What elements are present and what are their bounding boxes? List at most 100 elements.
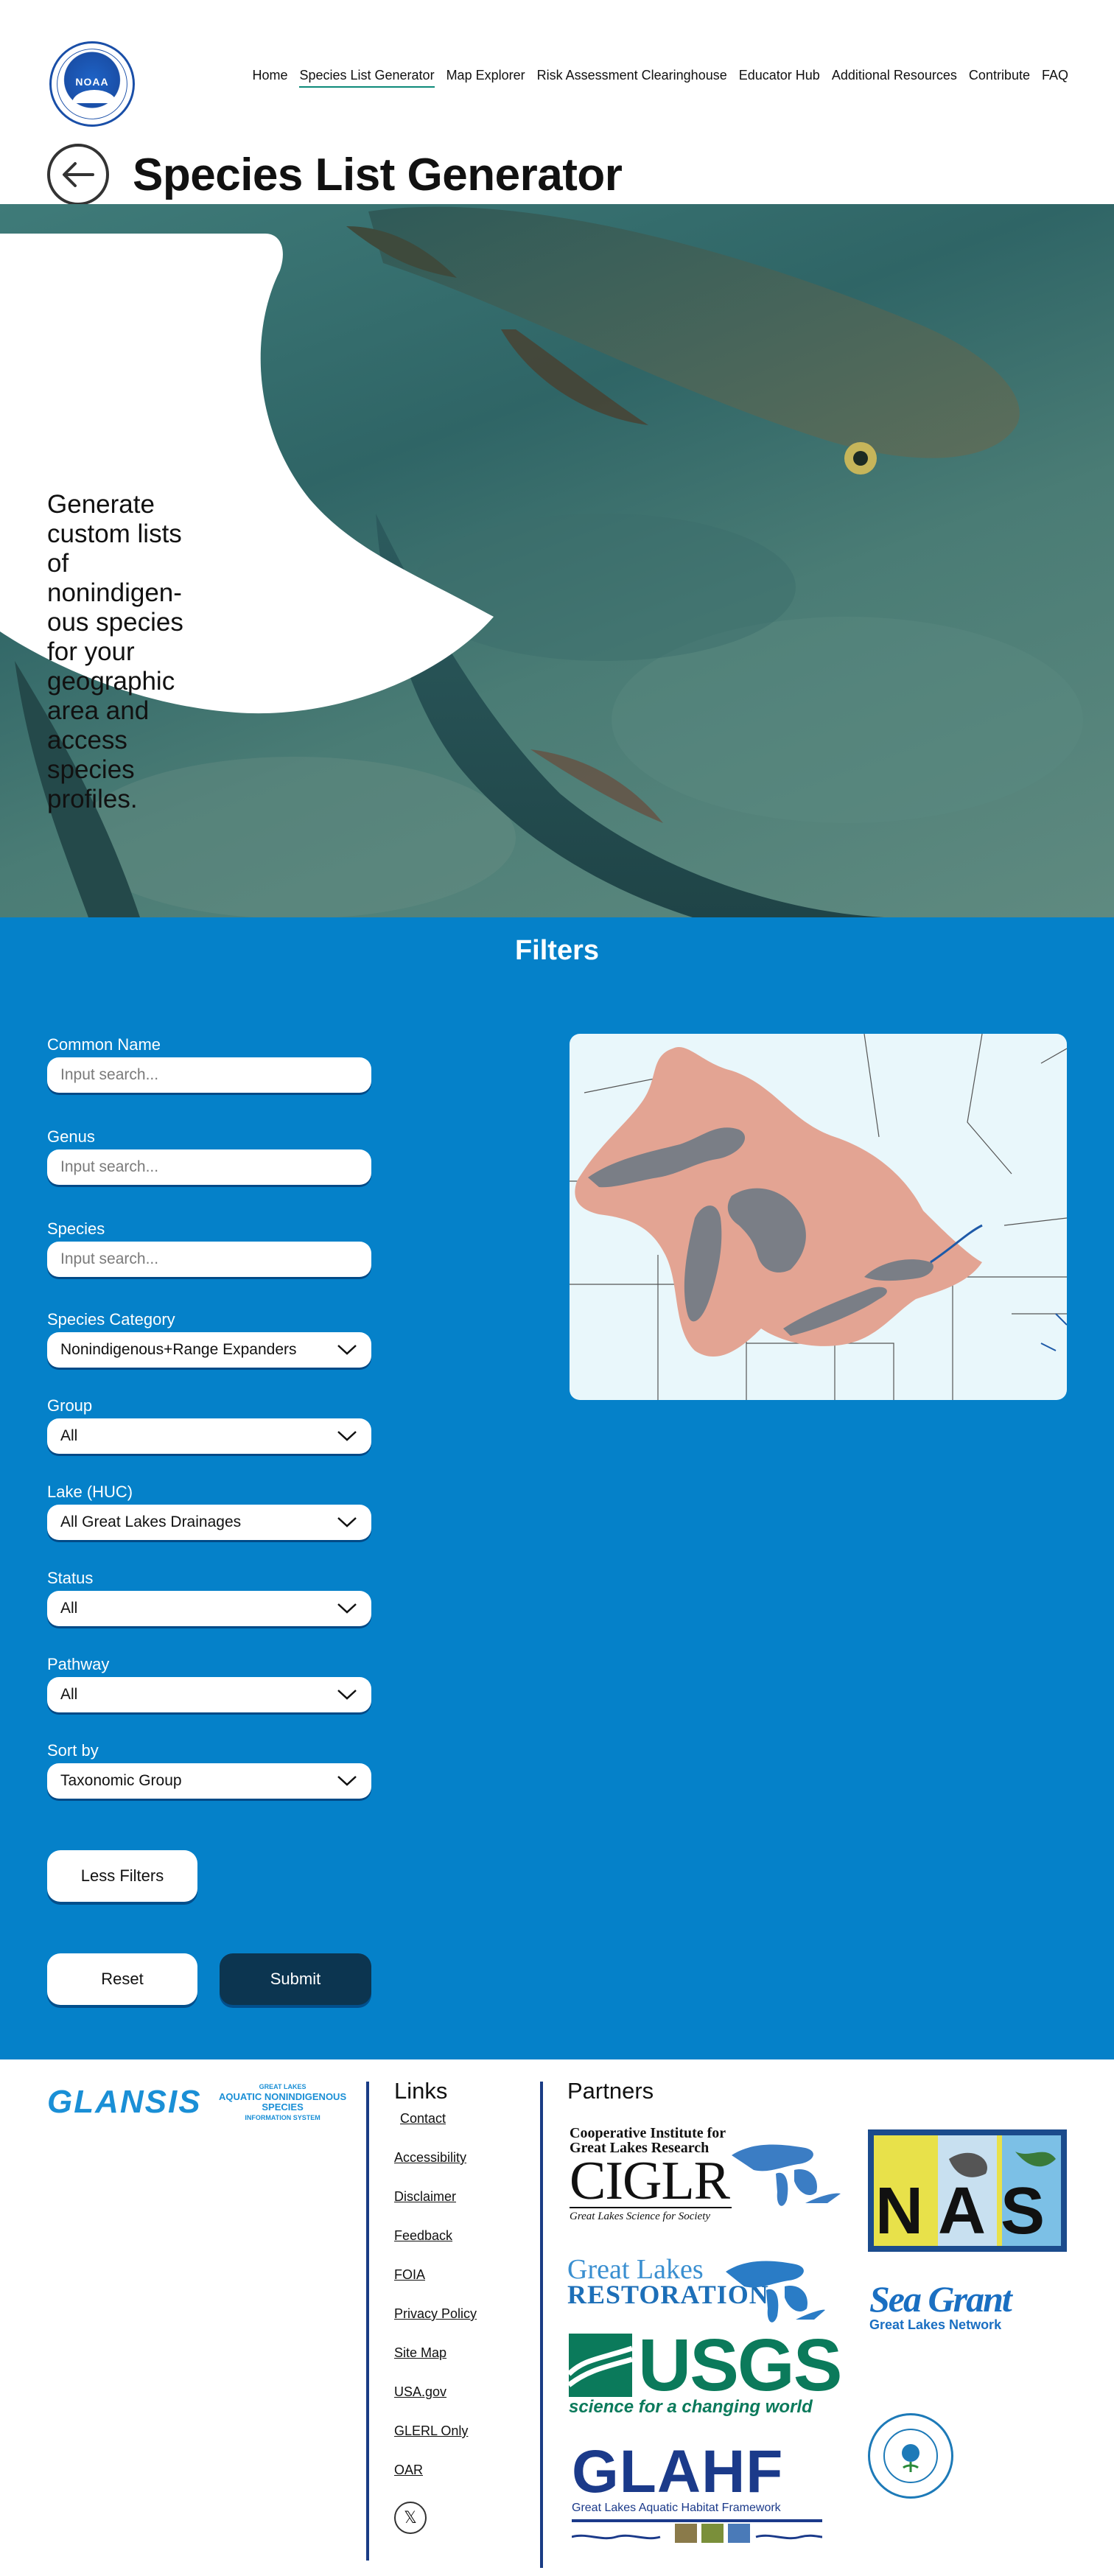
arrow-left-icon bbox=[63, 162, 94, 187]
chevron-down-icon bbox=[337, 1690, 357, 1700]
common-name-field: Common Name bbox=[47, 1035, 371, 1093]
group-label: Group bbox=[47, 1396, 93, 1415]
sea-grant-logo[interactable]: Sea Grant Great Lakes Network bbox=[869, 2278, 1012, 2333]
noaa-logo[interactable]: NOAA bbox=[49, 41, 135, 127]
links-title: Links bbox=[394, 2078, 448, 2104]
group-select[interactable]: All bbox=[47, 1418, 371, 1454]
usgs-logo[interactable]: USGS science for a changing world bbox=[569, 2324, 842, 2418]
link-contact[interactable]: Contact bbox=[400, 2111, 477, 2150]
less-filters-button[interactable]: Less Filters bbox=[47, 1850, 197, 1902]
epa-flower-icon bbox=[883, 2429, 938, 2483]
link-accessibility[interactable]: Accessibility bbox=[394, 2150, 477, 2189]
glansis-subtitle: GREAT LAKES AQUATIC NONINDIGENOUS SPECIE… bbox=[209, 2082, 357, 2123]
status-value: All bbox=[60, 1600, 78, 1617]
sort-by-label: Sort by bbox=[47, 1741, 99, 1760]
glansis-mid: AQUATIC NONINDIGENOUS SPECIES bbox=[219, 2091, 347, 2113]
glahf-tagline: Great Lakes Aquatic Habitat Framework bbox=[572, 2502, 781, 2514]
glansis-logo[interactable]: GLANSIS GREAT LAKES AQUATIC NONINDIGENOU… bbox=[47, 2082, 357, 2123]
common-name-label: Common Name bbox=[47, 1035, 161, 1054]
nav-risk-assessment-clearinghouse[interactable]: Risk Assessment Clearinghouse bbox=[537, 68, 727, 88]
footer-links: Contact Accessibility Disclaimer Feedbac… bbox=[394, 2111, 477, 2502]
hero-image: Generate custom lists of nonindigen-ous … bbox=[0, 204, 1114, 917]
genus-label: Genus bbox=[47, 1127, 95, 1146]
pathway-field: Pathway All bbox=[47, 1655, 371, 1712]
great-lakes-icon bbox=[732, 2144, 841, 2206]
glahf-wordmark: GLAHF bbox=[572, 2438, 784, 2505]
ciglr-logo[interactable]: Cooperative Institute for Great Lakes Re… bbox=[570, 2125, 841, 2223]
lake-select[interactable]: All Great Lakes Drainages bbox=[47, 1505, 371, 1540]
species-category-select[interactable]: Nonindigenous+Range Expanders bbox=[47, 1332, 371, 1368]
link-feedback[interactable]: Feedback bbox=[394, 2228, 477, 2267]
group-field: Group All bbox=[47, 1396, 371, 1454]
main-nav: Home Species List Generator Map Explorer… bbox=[252, 68, 1068, 88]
reset-button[interactable]: Reset bbox=[47, 1953, 197, 2005]
nav-map-explorer[interactable]: Map Explorer bbox=[446, 68, 525, 88]
great-lakes-restoration-logo[interactable]: Great Lakes RESTORATION bbox=[567, 2255, 825, 2323]
nas-logo[interactable]: NAS bbox=[868, 2129, 1067, 2252]
pathway-value: All bbox=[60, 1686, 78, 1703]
species-field: Species bbox=[47, 1219, 371, 1277]
usgs-tagline: science for a changing world bbox=[569, 2397, 813, 2417]
chevron-down-icon bbox=[337, 1603, 357, 1614]
link-oar[interactable]: OAR bbox=[394, 2463, 477, 2502]
nav-contribute[interactable]: Contribute bbox=[969, 68, 1030, 88]
sea-grant-wordmark: Sea Grant bbox=[869, 2278, 1012, 2320]
noaa-logo-text: NOAA bbox=[75, 76, 109, 88]
group-value: All bbox=[60, 1427, 78, 1444]
nav-educator-hub[interactable]: Educator Hub bbox=[739, 68, 820, 88]
sort-by-select[interactable]: Taxonomic Group bbox=[47, 1763, 371, 1799]
ciglr-top-line-1: Cooperative Institute for bbox=[570, 2125, 726, 2141]
link-glerl-only[interactable]: GLERL Only bbox=[394, 2423, 477, 2463]
filters-title: Filters bbox=[514, 935, 600, 966]
nav-species-list-generator[interactable]: Species List Generator bbox=[299, 68, 435, 88]
link-privacy-policy[interactable]: Privacy Policy bbox=[394, 2306, 477, 2345]
usgs-wordmark: USGS bbox=[638, 2324, 842, 2407]
chevron-down-icon bbox=[337, 1431, 357, 1441]
link-disclaimer[interactable]: Disclaimer bbox=[394, 2189, 477, 2228]
submit-button[interactable]: Submit bbox=[220, 1953, 371, 2005]
hero-tagline: Generate custom lists of nonindigen-ous … bbox=[47, 490, 183, 813]
epa-seal[interactable] bbox=[868, 2413, 953, 2499]
lake-label: Lake (HUC) bbox=[47, 1483, 133, 1501]
filters-section: Filters Common Name Genus Species Specie… bbox=[0, 917, 1114, 2059]
chevron-down-icon bbox=[337, 1345, 357, 1355]
common-name-input[interactable] bbox=[47, 1057, 371, 1093]
chevron-down-icon bbox=[337, 1517, 357, 1527]
glahf-logo[interactable]: GLAHF Great Lakes Aquatic Habitat Framew… bbox=[571, 2438, 823, 2548]
link-usa-gov[interactable]: USA.gov bbox=[394, 2384, 477, 2423]
genus-input[interactable] bbox=[47, 1149, 371, 1185]
sort-by-value: Taxonomic Group bbox=[60, 1772, 182, 1789]
ciglr-wordmark: CIGLR bbox=[570, 2151, 730, 2211]
nav-faq[interactable]: FAQ bbox=[1042, 68, 1068, 88]
status-label: Status bbox=[47, 1569, 94, 1587]
lake-value: All Great Lakes Drainages bbox=[60, 1513, 242, 1530]
site-header: NOAA Home Species List Generator Map Exp… bbox=[0, 0, 1114, 147]
usgs-wave-icon bbox=[569, 2334, 632, 2397]
glansis-bottom: INFORMATION SYSTEM bbox=[245, 2114, 320, 2121]
pathway-select[interactable]: All bbox=[47, 1677, 371, 1712]
species-category-field: Species Category Nonindigenous+Range Exp… bbox=[47, 1310, 371, 1368]
x-icon[interactable]: 𝕏 bbox=[394, 2502, 427, 2534]
great-lakes-map[interactable] bbox=[570, 1034, 1067, 1400]
glansis-wordmark: GLANSIS bbox=[47, 2084, 202, 2120]
nav-additional-resources[interactable]: Additional Resources bbox=[832, 68, 957, 88]
status-select[interactable]: All bbox=[47, 1591, 371, 1626]
sea-grant-subtitle: Great Lakes Network bbox=[869, 2317, 1002, 2332]
back-button[interactable] bbox=[47, 144, 109, 206]
nav-home[interactable]: Home bbox=[252, 68, 287, 88]
page-title: Species List Generator bbox=[133, 149, 623, 200]
footer-divider-2 bbox=[540, 2082, 543, 2568]
pathway-label: Pathway bbox=[47, 1655, 110, 1673]
site-footer: GLANSIS GREAT LAKES AQUATIC NONINDIGENOU… bbox=[0, 2059, 1114, 2576]
great-lakes-drainage-map bbox=[570, 1034, 1067, 1400]
glahf-bars-icon bbox=[571, 2519, 823, 2543]
glansis-top: GREAT LAKES bbox=[259, 2083, 306, 2090]
species-label: Species bbox=[47, 1219, 105, 1238]
link-site-map[interactable]: Site Map bbox=[394, 2345, 477, 2384]
species-input[interactable] bbox=[47, 1242, 371, 1277]
link-foia[interactable]: FOIA bbox=[394, 2267, 477, 2306]
footer-divider bbox=[366, 2082, 369, 2561]
great-lakes-restoration-icon bbox=[726, 2261, 825, 2323]
genus-field: Genus bbox=[47, 1127, 371, 1185]
lake-field: Lake (HUC) All Great Lakes Drainages bbox=[47, 1483, 371, 1540]
